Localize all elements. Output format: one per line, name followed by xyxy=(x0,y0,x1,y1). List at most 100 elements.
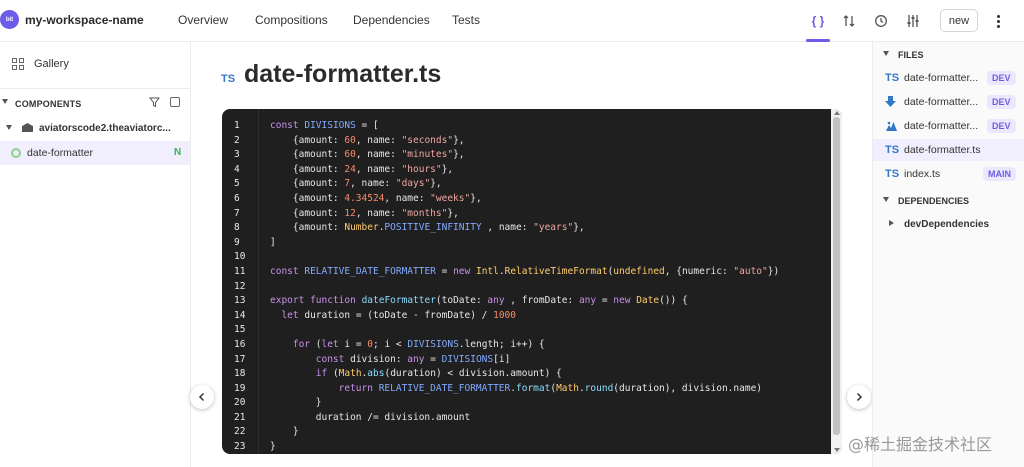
main-tag: MAIN xyxy=(983,167,1016,181)
code-line: {amount: 60, name: "seconds"}, xyxy=(270,134,465,146)
dev-dependencies-item[interactable]: devDependencies xyxy=(873,216,1024,232)
scope-tree-item[interactable]: aviatorscode2.theaviatorc... xyxy=(0,120,190,136)
collapse-all-icon[interactable] xyxy=(170,97,180,107)
code-line: for (let i = 0; i < DIVISIONS.length; i+… xyxy=(292,338,545,350)
line-number: 23 xyxy=(234,441,246,453)
file-label: date-formatter... xyxy=(904,120,979,132)
active-tab-indicator xyxy=(806,39,830,42)
code-viewer[interactable]: 1 2 3 4 5 6 7 8 9 10 11 12 13 14 15 16 17 18 19 20 21 22 23 co… xyxy=(222,109,842,454)
gutter-divider xyxy=(258,109,259,454)
scroll-up-icon[interactable] xyxy=(834,111,840,115)
line-number: 22 xyxy=(234,426,246,438)
code-line: let duration = (toDate - fromDate) / 100… xyxy=(281,309,516,321)
line-number: 16 xyxy=(234,338,246,350)
code-line: } xyxy=(270,397,322,409)
settings-sliders-icon[interactable] xyxy=(902,10,924,32)
code-line: {amount: 24, name: "hours"}, xyxy=(270,163,454,175)
chevron-right-icon xyxy=(856,392,863,402)
scroll-down-icon[interactable] xyxy=(834,448,840,452)
caret-right-icon xyxy=(889,220,894,226)
dev-tag: DEV xyxy=(987,71,1016,85)
line-number: 5 xyxy=(234,178,240,190)
caret-down-icon xyxy=(6,125,12,130)
file-item[interactable]: TS index.ts MAIN xyxy=(873,163,1024,185)
file-label: date-formatter... xyxy=(904,72,979,84)
file-title: date-formatter.ts xyxy=(244,60,442,88)
components-section-header[interactable]: COMPONENTS xyxy=(0,97,190,111)
code-line: if (Math.abs(duration) < division.amount… xyxy=(315,368,562,380)
caret-down-icon xyxy=(883,51,889,56)
typescript-file-icon: TS xyxy=(221,73,236,85)
file-item-selected[interactable]: TS date-formatter.ts xyxy=(873,139,1024,161)
tab-dependencies[interactable]: Dependencies xyxy=(353,13,430,27)
files-section-header[interactable]: FILES xyxy=(873,48,1024,62)
file-item[interactable]: TS date-formatter... DEV xyxy=(873,67,1024,89)
line-number: 18 xyxy=(234,368,246,380)
code-line: {amount: 4.34524, name: "weeks"}, xyxy=(270,192,482,204)
right-panel: FILES TS date-formatter... DEV date-form… xyxy=(872,42,1024,467)
gallery-icon xyxy=(12,58,24,70)
scope-label: aviatorscode2.theaviatorc... xyxy=(39,123,171,134)
line-number: 2 xyxy=(234,134,240,146)
code-lines: const DIVISIONS = [ {amount: 60, name: "… xyxy=(270,119,779,454)
file-label: date-formatter... xyxy=(904,96,979,108)
filter-icon[interactable] xyxy=(148,97,161,111)
collapse-right-panel-button[interactable] xyxy=(847,385,871,409)
code-line: export function dateFormatter(toDate: an… xyxy=(270,295,688,307)
tab-tests[interactable]: Tests xyxy=(452,13,480,27)
file-item[interactable]: date-formatter... DEV xyxy=(873,115,1024,137)
compare-icon[interactable] xyxy=(838,10,860,32)
gallery-label: Gallery xyxy=(34,58,69,70)
line-number: 9 xyxy=(234,236,240,248)
components-header-label: COMPONENTS xyxy=(15,99,82,109)
file-item[interactable]: date-formatter... DEV xyxy=(873,91,1024,113)
line-numbers: 1 2 3 4 5 6 7 8 9 10 11 12 13 14 15 16 17 18 19 20 21 22 23 xyxy=(222,119,258,454)
scope-icon xyxy=(22,123,33,132)
code-line: ] xyxy=(270,236,276,248)
dev-tag: DEV xyxy=(987,95,1016,109)
collapse-left-panel-button[interactable] xyxy=(190,385,214,409)
code-line: return RELATIVE_DATE_FORMATTER.format(Ma… xyxy=(338,382,763,394)
composition-icon xyxy=(885,120,898,135)
line-number: 11 xyxy=(234,265,246,277)
code-line: {amount: 60, name: "minutes"}, xyxy=(270,149,465,161)
line-number: 7 xyxy=(234,207,240,219)
caret-down-icon xyxy=(883,197,889,202)
scrollbar-thumb[interactable] xyxy=(833,117,840,435)
line-number: 3 xyxy=(234,149,240,161)
dependencies-section-header[interactable]: DEPENDENCIES xyxy=(873,194,1024,208)
top-bar: bit my-workspace-name Overview Compositi… xyxy=(0,0,1024,42)
files-header-label: FILES xyxy=(898,50,924,60)
code-icon[interactable]: { } xyxy=(807,10,829,32)
code-scrollbar[interactable] xyxy=(831,109,842,454)
more-options-icon[interactable] xyxy=(990,10,1006,32)
line-number: 21 xyxy=(234,411,246,423)
line-number: 10 xyxy=(234,251,246,263)
component-label: date-formatter xyxy=(27,147,93,159)
line-number: 13 xyxy=(234,295,246,307)
caret-down-icon xyxy=(2,99,8,104)
code-line: duration /= division.amount xyxy=(270,411,471,423)
line-number: 17 xyxy=(234,353,246,365)
gallery-link[interactable]: Gallery xyxy=(12,58,69,70)
chevron-left-icon xyxy=(198,392,205,402)
code-line: } xyxy=(270,441,276,453)
code-line: const RELATIVE_DATE_FORMATTER = new Intl… xyxy=(270,265,780,277)
line-number: 15 xyxy=(234,324,246,336)
typescript-file-icon: TS xyxy=(885,72,900,84)
typescript-file-icon: TS xyxy=(885,168,900,180)
file-label: date-formatter.ts xyxy=(904,144,981,156)
tab-overview[interactable]: Overview xyxy=(178,13,228,27)
tab-compositions[interactable]: Compositions xyxy=(255,13,328,27)
workspace-name[interactable]: my-workspace-name xyxy=(25,13,144,27)
history-icon[interactable] xyxy=(870,10,892,32)
bit-logo[interactable]: bit xyxy=(0,10,19,29)
new-button[interactable]: new xyxy=(940,9,978,32)
component-tree-item[interactable]: date-formatter N xyxy=(0,141,190,165)
line-number: 19 xyxy=(234,382,246,394)
line-number: 20 xyxy=(234,397,246,409)
code-line: const division: any = DIVISIONS[i] xyxy=(315,353,511,365)
